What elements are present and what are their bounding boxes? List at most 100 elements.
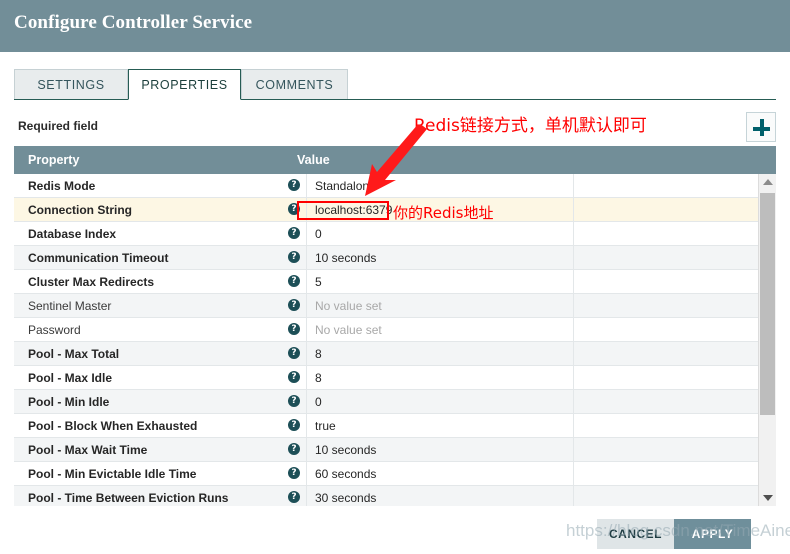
annotation-redis-mode-text: Redis链接方式，单机默认即可: [414, 116, 647, 136]
table-row[interactable]: Sentinel Master? No value set: [14, 294, 776, 318]
column-separator: [573, 366, 574, 389]
column-separator: [306, 342, 307, 365]
property-name-cell: Sentinel Master: [28, 299, 112, 313]
property-name-cell: Pool - Max Idle: [28, 371, 113, 385]
property-value-cell[interactable]: localhost:6379: [315, 203, 565, 217]
table-row[interactable]: Pool - Block When Exhausted? true: [14, 414, 776, 438]
column-separator: [573, 342, 574, 365]
add-property-button[interactable]: [746, 112, 776, 142]
help-icon[interactable]: ?: [288, 227, 300, 239]
column-separator: [573, 318, 574, 341]
column-separator: [573, 174, 574, 197]
column-separator: [306, 294, 307, 317]
help-icon[interactable]: ?: [288, 299, 300, 311]
column-separator: [306, 198, 307, 221]
property-value-cell[interactable]: No value set: [315, 323, 565, 337]
tab-bar: SETTINGS PROPERTIES COMMENTS: [0, 52, 790, 103]
table-row[interactable]: Connection String? localhost:6379: [14, 198, 776, 222]
help-icon[interactable]: ?: [288, 395, 300, 407]
property-value-cell[interactable]: 0: [315, 227, 565, 241]
column-separator: [306, 462, 307, 485]
column-separator: [573, 222, 574, 245]
table-row[interactable]: Password? No value set: [14, 318, 776, 342]
help-icon[interactable]: ?: [288, 323, 300, 335]
property-value-cell[interactable]: 0: [315, 395, 565, 409]
table-row[interactable]: Pool - Max Idle? 8: [14, 366, 776, 390]
property-value-cell[interactable]: 8: [315, 371, 565, 385]
required-field-label: Required field: [18, 119, 99, 133]
help-icon[interactable]: ?: [288, 419, 300, 431]
column-separator: [306, 174, 307, 197]
scroll-down-arrow-icon[interactable]: [759, 490, 776, 506]
scrollbar-thumb[interactable]: [760, 193, 775, 415]
property-value-cell[interactable]: 5: [315, 275, 565, 289]
help-icon[interactable]: ?: [288, 491, 300, 503]
column-separator: [573, 438, 574, 461]
property-value-cell[interactable]: 30 seconds: [315, 491, 565, 505]
table-row[interactable]: Redis Mode? Standalone: [14, 174, 776, 198]
dialog-header: Configure Controller Service: [0, 0, 790, 52]
column-header-property: Property: [28, 153, 80, 167]
property-value-cell[interactable]: 10 seconds: [315, 251, 565, 265]
tab-properties[interactable]: PROPERTIES: [128, 69, 241, 100]
column-separator: [573, 294, 574, 317]
cancel-button[interactable]: CANCEL: [597, 519, 674, 549]
table-row[interactable]: Database Index? 0: [14, 222, 776, 246]
column-separator: [306, 486, 307, 506]
property-name-cell: Connection String: [28, 203, 132, 217]
column-header-value: Value: [297, 153, 330, 167]
column-separator: [306, 246, 307, 269]
property-table: Property Value Redis Mode? Standalone Conn…: [14, 146, 776, 506]
table-body: Redis Mode? Standalone Connection String? l…: [14, 174, 776, 506]
property-name-cell: Pool - Time Between Eviction Runs: [28, 491, 229, 505]
column-separator: [306, 270, 307, 293]
table-row[interactable]: Pool - Time Between Eviction Runs? 30 sec…: [14, 486, 776, 506]
help-icon[interactable]: ?: [288, 275, 300, 287]
plus-icon-vertical: [759, 119, 764, 136]
help-icon[interactable]: ?: [288, 443, 300, 455]
property-name-cell: Password: [28, 323, 81, 337]
apply-button[interactable]: APPLY: [674, 519, 751, 549]
column-separator: [573, 198, 574, 221]
column-separator: [573, 390, 574, 413]
table-row[interactable]: Pool - Max Wait Time? 10 seconds: [14, 438, 776, 462]
help-icon[interactable]: ?: [288, 179, 300, 191]
help-icon[interactable]: ?: [288, 251, 300, 263]
table-row[interactable]: Pool - Max Total? 8: [14, 342, 776, 366]
column-separator: [306, 222, 307, 245]
column-separator: [573, 270, 574, 293]
table-row[interactable]: Communication Timeout? 10 seconds: [14, 246, 776, 270]
page-title: Configure Controller Service: [14, 12, 253, 33]
table-row[interactable]: Pool - Min Idle? 0: [14, 390, 776, 414]
help-icon[interactable]: ?: [288, 467, 300, 479]
tab-settings[interactable]: SETTINGS: [14, 69, 128, 100]
column-separator: [306, 318, 307, 341]
column-separator: [306, 438, 307, 461]
property-value-cell[interactable]: 8: [315, 347, 565, 361]
help-icon[interactable]: ?: [288, 347, 300, 359]
property-value-cell[interactable]: 10 seconds: [315, 443, 565, 457]
table-header-row: Property Value: [14, 146, 776, 174]
help-icon[interactable]: ?: [288, 371, 300, 383]
property-value-cell[interactable]: No value set: [315, 299, 565, 313]
tab-comments[interactable]: COMMENTS: [241, 69, 348, 100]
scroll-up-arrow-icon[interactable]: [759, 174, 776, 190]
property-name-cell: Pool - Min Evictable Idle Time: [28, 467, 197, 481]
property-value-cell[interactable]: true: [315, 419, 565, 433]
property-name-cell: Pool - Block When Exhausted: [28, 419, 198, 433]
table-row[interactable]: Pool - Min Evictable Idle Time? 60 second…: [14, 462, 776, 486]
property-value-cell[interactable]: 60 seconds: [315, 467, 565, 481]
property-value-cell[interactable]: Standalone: [315, 179, 565, 193]
property-name-cell: Communication Timeout: [28, 251, 169, 265]
property-name-cell: Redis Mode: [28, 179, 96, 193]
property-name-cell: Pool - Min Idle: [28, 395, 110, 409]
help-icon[interactable]: ?: [288, 203, 300, 215]
table-scrollbar[interactable]: [758, 174, 776, 506]
column-separator: [306, 414, 307, 437]
property-name-cell: Database Index: [28, 227, 117, 241]
property-name-cell: Pool - Max Total: [28, 347, 120, 361]
column-separator: [306, 390, 307, 413]
column-separator: [573, 462, 574, 485]
table-row[interactable]: Cluster Max Redirects? 5: [14, 270, 776, 294]
property-name-cell: Cluster Max Redirects: [28, 275, 155, 289]
